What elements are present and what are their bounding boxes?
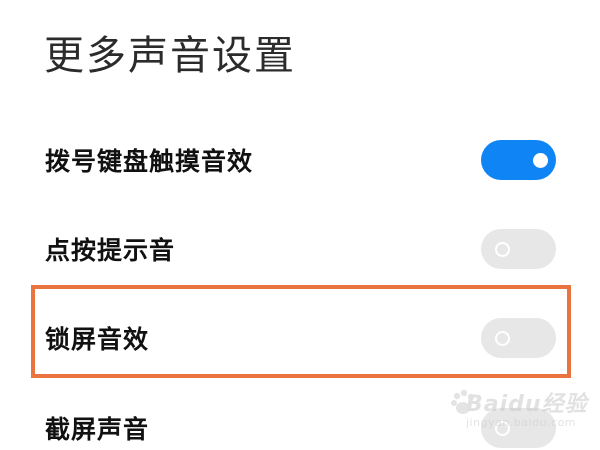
page-title: 更多声音设置 bbox=[44, 33, 296, 79]
toggle-knob bbox=[533, 152, 548, 168]
setting-row-tap-sound[interactable]: 点按提示音 bbox=[0, 219, 600, 279]
setting-row-dialpad-touch-sound[interactable]: 拨号键盘触摸音效 bbox=[0, 130, 600, 190]
toggle-knob bbox=[495, 241, 510, 257]
setting-label: 截屏声音 bbox=[45, 415, 150, 444]
setting-label: 锁屏音效 bbox=[45, 325, 150, 354]
tap-sound-toggle[interactable] bbox=[481, 229, 556, 269]
setting-row-lock-screen-sound[interactable]: 锁屏音效 bbox=[0, 308, 600, 368]
toggle-knob bbox=[495, 420, 510, 436]
screen: 更多声音设置 拨号键盘触摸音效 点按提示音 锁屏音效 截屏声音 Baidu经验 … bbox=[0, 0, 600, 450]
setting-label: 点按提示音 bbox=[45, 236, 176, 265]
screenshot-sound-toggle[interactable] bbox=[481, 408, 556, 448]
dialpad-touch-sound-toggle[interactable] bbox=[481, 140, 556, 180]
setting-label: 拨号键盘触摸音效 bbox=[45, 147, 254, 176]
lock-screen-sound-toggle[interactable] bbox=[481, 318, 556, 358]
toggle-knob bbox=[495, 330, 510, 346]
setting-row-screenshot-sound[interactable]: 截屏声音 bbox=[0, 398, 600, 450]
